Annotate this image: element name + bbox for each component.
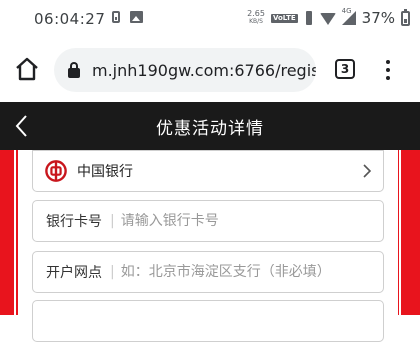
bank-of-china-logo-icon <box>45 160 67 182</box>
card-number-field: 银行卡号 | <box>32 200 384 242</box>
page-title: 优惠活动详情 <box>156 119 264 139</box>
field-divider: | <box>110 264 115 280</box>
url-text[interactable]: m.jnh190gw.com:6766/regis <box>92 61 316 80</box>
browser-toolbar: m.jnh190gw.com:6766/regis 3 <box>0 38 420 102</box>
status-bar: 06:04:27 2.65 KB/S VoLTE 4G 37% <box>0 0 420 38</box>
status-time: 06:04:27 <box>34 10 106 28</box>
status-right: 2.65 KB/S VoLTE 4G 37% <box>247 7 410 27</box>
image-notification-icon <box>130 11 143 23</box>
branch-input[interactable] <box>120 264 361 280</box>
network-speed-unit: KB/S <box>249 18 263 25</box>
network-speed: 2.65 KB/S <box>247 10 265 26</box>
vibrate-icon <box>304 11 314 25</box>
notification-icons <box>112 11 143 23</box>
page-header: 优惠活动详情 <box>0 102 420 150</box>
sim-card-icon <box>112 11 120 23</box>
branch-label: 开户网点 <box>46 265 102 281</box>
card-number-input[interactable] <box>120 213 361 229</box>
more-menu-icon[interactable] <box>385 60 391 80</box>
lock-icon <box>68 62 80 78</box>
field-divider: | <box>110 213 115 229</box>
wifi-icon <box>319 13 336 25</box>
card-number-label: 银行卡号 <box>46 214 102 230</box>
signal-icon: 4G <box>341 7 356 25</box>
tab-switcher-button[interactable]: 3 <box>335 59 355 79</box>
home-icon[interactable] <box>14 56 40 82</box>
battery-icon <box>401 8 410 26</box>
next-field[interactable] <box>32 300 384 342</box>
branch-field: 开户网点 | <box>32 251 384 293</box>
chevron-right-icon <box>363 164 372 178</box>
bank-name: 中国银行 <box>77 164 133 180</box>
content-area: 中国银行 银行卡号 | 开户网点 | <box>0 150 420 342</box>
battery-percentage: 37% <box>361 9 395 27</box>
form-panel: 中国银行 银行卡号 | 开户网点 | <box>18 150 398 342</box>
bank-selector[interactable]: 中国银行 <box>32 150 384 192</box>
network-type: 4G <box>341 7 352 15</box>
network-speed-value: 2.65 <box>247 9 265 18</box>
volte-icon: VoLTE <box>270 13 298 23</box>
address-bar[interactable]: m.jnh190gw.com:6766/regis <box>54 48 316 92</box>
